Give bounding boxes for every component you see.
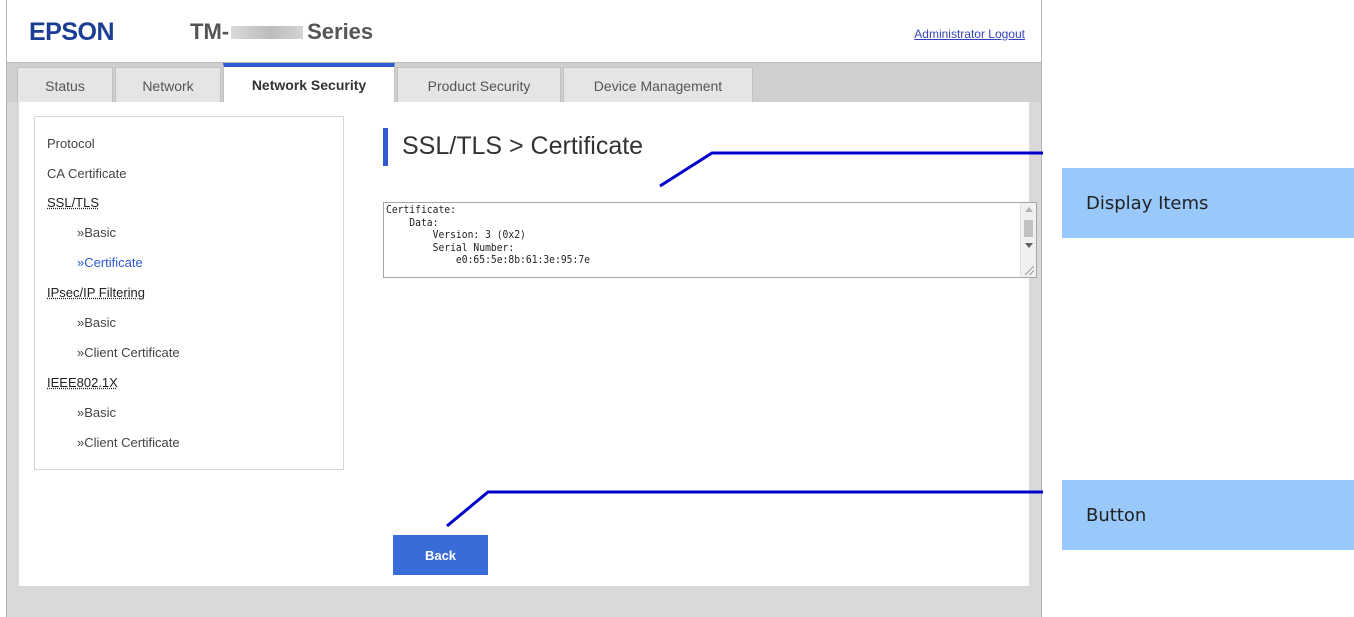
side-navigation: Protocol CA Certificate SSL/TLS »Basic »… bbox=[34, 116, 344, 470]
model-suffix: Series bbox=[307, 19, 374, 44]
certificate-textarea[interactable]: Certificate: Data: Version: 3 (0x2) Seri… bbox=[383, 202, 1037, 278]
tab-network[interactable]: Network bbox=[115, 67, 221, 103]
model-prefix: TM- bbox=[190, 19, 230, 44]
display-items-callout: Display Items bbox=[1062, 168, 1354, 238]
stage: EPSON TM- Series Administrator Logout St… bbox=[0, 0, 1354, 617]
page-title: SSL/TLS > Certificate bbox=[402, 132, 644, 160]
scroll-up-arrow-icon[interactable] bbox=[1025, 207, 1033, 212]
tab-device-management[interactable]: Device Management bbox=[563, 67, 753, 103]
sidebar-group-ieee8021x[interactable]: IEEE802.1X bbox=[47, 375, 118, 390]
brand-logo: EPSON bbox=[29, 18, 115, 46]
tab-network-security[interactable]: Network Security bbox=[223, 63, 395, 103]
sidebar-item-8021x-basic[interactable]: »Basic bbox=[77, 405, 116, 420]
administrator-logout-link[interactable]: Administrator Logout bbox=[914, 27, 1025, 41]
certificate-text: Certificate: Data: Version: 3 (0x2) Seri… bbox=[386, 203, 590, 266]
back-button[interactable]: Back bbox=[393, 535, 488, 575]
scroll-down-arrow-icon[interactable] bbox=[1025, 243, 1033, 248]
sidebar-item-ssl-basic[interactable]: »Basic bbox=[77, 225, 116, 240]
button-callout: Button bbox=[1062, 480, 1354, 550]
title-accent-bar bbox=[383, 128, 388, 166]
sidebar-item-ipsec-client-certificate[interactable]: »Client Certificate bbox=[77, 345, 180, 360]
app-window: EPSON TM- Series Administrator Logout St… bbox=[6, 0, 1042, 617]
content-panel: Protocol CA Certificate SSL/TLS »Basic »… bbox=[19, 102, 1037, 586]
redacted-model-number bbox=[231, 25, 304, 39]
sidebar-item-protocol[interactable]: Protocol bbox=[47, 136, 95, 151]
sidebar-item-ipsec-basic[interactable]: »Basic bbox=[77, 315, 116, 330]
header: EPSON TM- Series Administrator Logout bbox=[7, 0, 1041, 62]
tab-bar: Status Network Network Security Product … bbox=[7, 62, 1041, 103]
scroll-thumb[interactable] bbox=[1024, 220, 1033, 237]
sidebar-group-ipsec-ip-filtering[interactable]: IPsec/IP Filtering bbox=[47, 285, 145, 300]
sidebar-item-8021x-client-certificate[interactable]: »Client Certificate bbox=[77, 435, 180, 450]
sidebar-group-ssl-tls[interactable]: SSL/TLS bbox=[47, 195, 99, 210]
sidebar-item-ca-certificate[interactable]: CA Certificate bbox=[47, 166, 126, 181]
tab-status[interactable]: Status bbox=[17, 67, 113, 103]
model-name: TM- Series bbox=[190, 19, 373, 45]
sidebar-item-ssl-certificate[interactable]: »Certificate bbox=[77, 255, 143, 270]
resize-grip-icon[interactable] bbox=[1025, 266, 1034, 275]
tab-product-security[interactable]: Product Security bbox=[397, 67, 561, 103]
